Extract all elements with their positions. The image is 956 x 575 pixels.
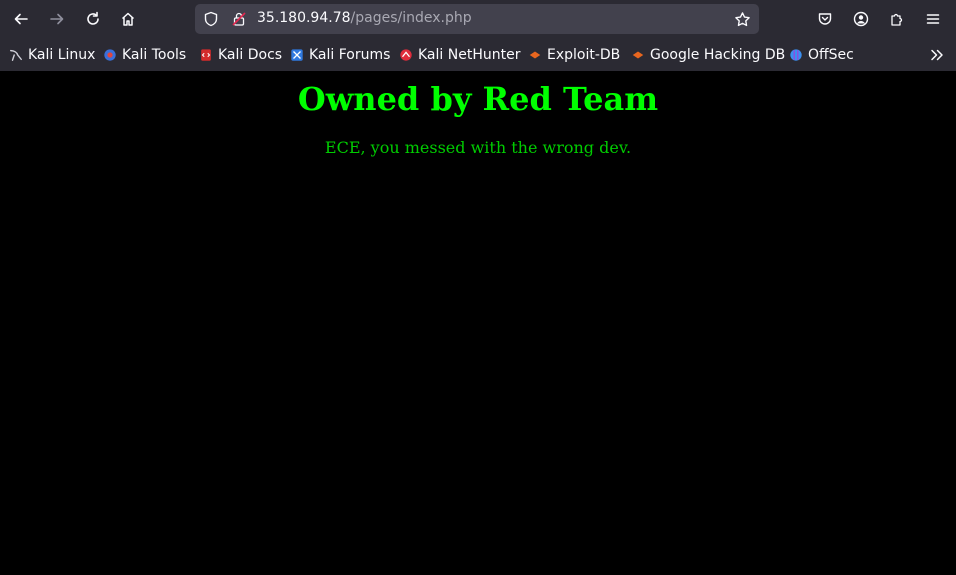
bookmarks-toolbar: Kali Linux Kali Tools Kali Docs Kali For…	[0, 40, 956, 70]
url-host: 35.180.94.78	[257, 10, 351, 26]
menu-button[interactable]	[920, 6, 946, 32]
reload-button[interactable]	[80, 6, 106, 32]
account-icon	[853, 11, 869, 27]
reload-icon	[87, 11, 99, 25]
back-button[interactable]	[8, 6, 34, 32]
arrow-right-icon	[50, 13, 64, 25]
shield-icon[interactable]	[203, 11, 219, 27]
extensions-button[interactable]	[884, 6, 910, 32]
url-path: /pages/index.php	[350, 10, 472, 26]
pocket-button[interactable]	[812, 6, 838, 32]
bookmark-kali-nethunter[interactable]: Kali NetHunter	[399, 46, 520, 64]
kali-tools-icon	[104, 49, 116, 61]
exploit-db-icon	[529, 51, 541, 59]
bookmarks-overflow-button[interactable]	[924, 42, 950, 68]
page-message: ECE, you messed with the wrong dev.	[324, 138, 632, 157]
url-text[interactable]: 35.180.94.78/pages/index.php	[257, 10, 472, 26]
kali-dragon-icon	[10, 49, 22, 61]
bookmark-label: OffSec	[808, 47, 854, 63]
bookmark-exploit-db[interactable]: Exploit-DB	[528, 46, 620, 64]
kali-docs-icon	[201, 49, 211, 61]
browser-chrome: 35.180.94.78/pages/index.php Kali Linux …	[0, 0, 956, 71]
address-bar[interactable]: 35.180.94.78/pages/index.php	[195, 4, 759, 34]
forward-button[interactable]	[44, 6, 70, 32]
bookmark-label: Kali Forums	[309, 47, 391, 63]
home-icon	[121, 12, 135, 26]
nethunter-icon	[400, 49, 412, 61]
bookmark-kali-tools[interactable]: Kali Tools	[103, 46, 186, 64]
home-button[interactable]	[115, 6, 141, 32]
bookmark-google-hacking-db[interactable]: Google Hacking DB	[631, 46, 785, 64]
browser-toolbar: 35.180.94.78/pages/index.php	[0, 0, 956, 38]
ghdb-icon	[632, 51, 644, 59]
bookmark-label: Kali Docs	[218, 47, 283, 63]
arrow-left-icon	[14, 13, 28, 25]
bookmark-kali-linux[interactable]: Kali Linux	[9, 46, 95, 64]
kali-forums-icon	[291, 49, 303, 61]
bookmark-label: Kali Tools	[122, 47, 187, 63]
page-content: Owned by Red Team ECE, you messed with t…	[0, 71, 956, 575]
account-button[interactable]	[848, 6, 874, 32]
page-heading: Owned by Red Team	[297, 80, 659, 118]
bookmark-kali-forums[interactable]: Kali Forums	[290, 46, 390, 64]
pocket-icon	[818, 13, 832, 25]
bookmark-label: Kali NetHunter	[418, 47, 521, 63]
chevrons-right-icon	[931, 49, 943, 61]
bookmark-label: Kali Linux	[28, 47, 96, 63]
bookmark-label: Google Hacking DB	[650, 47, 786, 63]
bookmark-label: Exploit-DB	[547, 47, 621, 63]
hamburger-menu-icon	[926, 14, 940, 24]
insecure-lock-icon[interactable]	[231, 11, 247, 27]
offsec-icon	[790, 49, 802, 61]
puzzle-icon	[891, 13, 903, 26]
bookmark-offsec[interactable]: OffSec	[789, 46, 854, 64]
bookmark-kali-docs[interactable]: Kali Docs	[199, 46, 282, 64]
bookmark-star-icon[interactable]	[734, 11, 751, 28]
